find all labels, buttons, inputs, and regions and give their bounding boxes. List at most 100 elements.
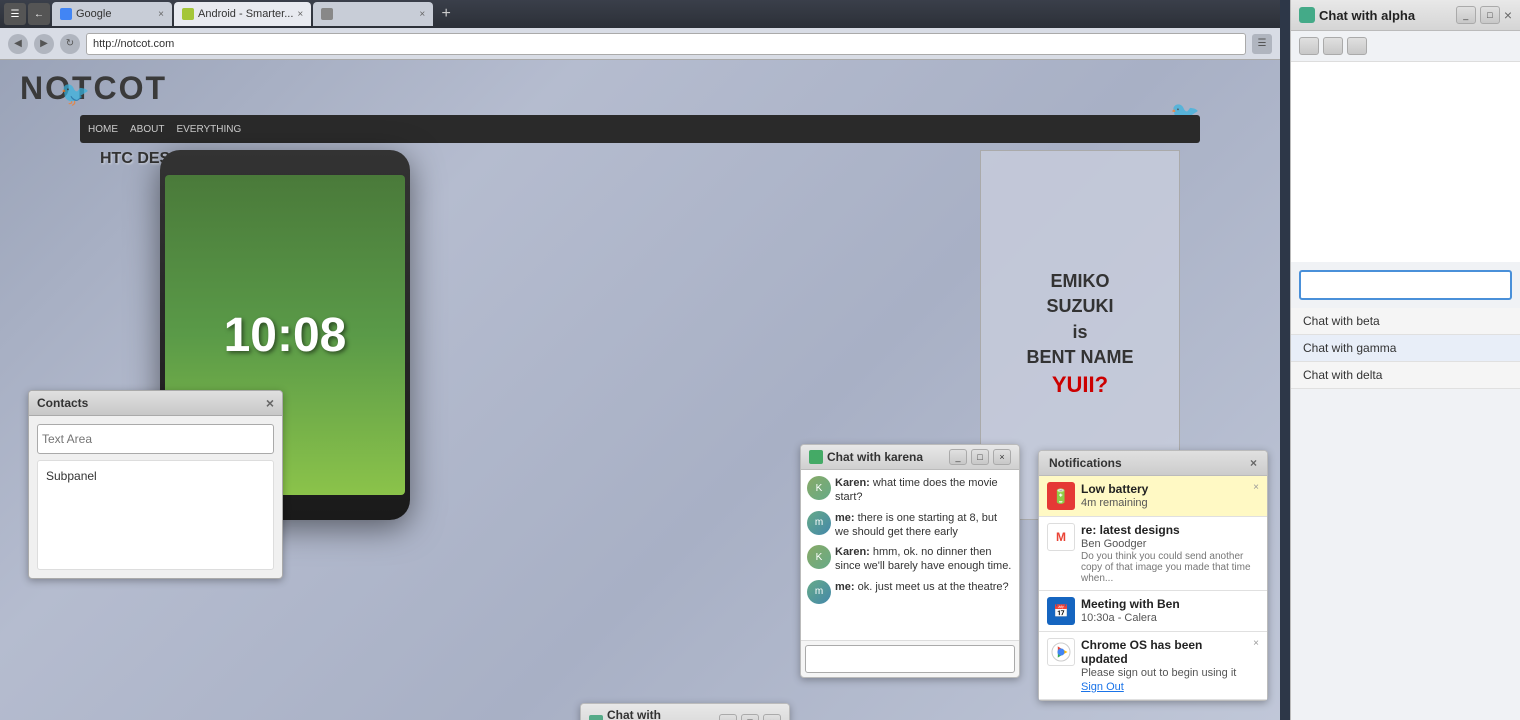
chat-alpha-minimize[interactable]: _ [1456, 6, 1476, 24]
chat-alpha-header: Chat with alpha _ □ × [1291, 0, 1520, 31]
me-avatar-2: m [807, 580, 831, 604]
back-btn[interactable]: ← [28, 3, 50, 25]
chat-alpha-maximize[interactable]: □ [1480, 6, 1500, 24]
alpha-tool-btn-1[interactable] [1299, 37, 1319, 55]
gmail-text: re: latest designs Ben Goodger Do you th… [1081, 523, 1259, 584]
chrome-title: Chrome OS has been updated [1081, 638, 1247, 666]
chat-karena-minimize[interactable]: _ [949, 449, 967, 465]
msg-karen-2-text: Karen: hmm, ok. no dinner then since we'… [835, 545, 1013, 574]
chat-alpha-favicon [1299, 7, 1315, 23]
tab-close-android[interactable]: × [297, 9, 303, 20]
contacts-title: Contacts [37, 396, 88, 410]
subpanel-label: Subpanel [46, 469, 97, 483]
notification-chrome: Chrome OS has been updated Please sign o… [1039, 632, 1267, 700]
tab-label-google: Google [76, 8, 111, 20]
battery-title: Low battery [1081, 482, 1247, 496]
chat-list-item-gamma[interactable]: Chat with gamma [1291, 335, 1520, 362]
msg-me-1-text: me: there is one starting at 8, but we s… [835, 511, 1013, 540]
forward-button[interactable]: ▶ [34, 34, 54, 54]
calendar-text: Meeting with Ben 10:30a - Calera [1081, 597, 1259, 624]
gmail-subtitle: Ben Goodger [1081, 538, 1259, 550]
tab-favicon-google [60, 8, 72, 20]
chrome-icon [1047, 638, 1075, 666]
back-button[interactable]: ◀ [8, 34, 28, 54]
notification-gmail: M re: latest designs Ben Goodger Do you … [1039, 517, 1267, 591]
calendar-icon: 📅 [1047, 597, 1075, 625]
bird-decoration-1: 🐦 [60, 80, 90, 109]
gmail-body: Do you think you could send another copy… [1081, 551, 1259, 584]
chat-alpha-panel: Chat with alpha _ □ × Chat with beta Cha… [1290, 0, 1520, 720]
chat-karena-favicon [809, 450, 823, 464]
chat-gmurphy-title: Chat with gmurphy [607, 708, 715, 720]
sign-out-link[interactable]: Sign Out [1081, 681, 1247, 693]
contacts-subpanel: Subpanel [37, 460, 274, 570]
chat-gmurphy-maximize[interactable]: □ [741, 714, 759, 720]
alpha-tool-btn-2[interactable] [1323, 37, 1343, 55]
tab-favicon-3 [321, 8, 333, 20]
taskbar: ☰ ← Google × Android - Smarter... × × + [0, 0, 1280, 28]
chat-karena-input[interactable] [805, 645, 1015, 673]
chrome-close[interactable]: × [1253, 638, 1259, 649]
battery-text: Low battery 4m remaining [1081, 482, 1247, 509]
msg-me-2-text: me: ok. just meet us at the theatre? [835, 580, 1009, 604]
chat-karena-close[interactable]: × [993, 449, 1011, 465]
nav-bar: HOME ABOUT EVERYTHING [80, 115, 1200, 143]
chat-karena-input-area [801, 640, 1019, 677]
msg-karen-1-text: Karen: what time does the movie start? [835, 476, 1013, 505]
battery-close[interactable]: × [1253, 482, 1259, 493]
notification-battery: 🔋 Low battery 4m remaining × [1039, 476, 1267, 517]
url-input[interactable] [86, 33, 1246, 55]
chat-karena-window: Chat with karena _ □ × K Karen: what tim… [800, 444, 1020, 678]
chat-list-item-delta[interactable]: Chat with delta [1291, 362, 1520, 389]
chat-list: Chat with beta Chat with gamma Chat with… [1291, 308, 1520, 389]
notifications-close[interactable]: × [1250, 456, 1257, 470]
tab-favicon-android [182, 8, 194, 20]
contacts-header: Contacts × [29, 391, 282, 416]
chat-alpha-toolbar [1291, 31, 1520, 62]
chat-gmurphy-header: Chat with gmurphy _ □ × [581, 704, 789, 720]
tab-close-3[interactable]: × [419, 9, 425, 20]
product-title: EMIKOSUZUKIisBENT NAMEYUII? [1027, 269, 1134, 401]
karen-avatar-1: K [807, 476, 831, 500]
contacts-close-button[interactable]: × [266, 395, 274, 411]
calendar-title: Meeting with Ben [1081, 597, 1259, 611]
chat-msg-me-2: m me: ok. just meet us at the theatre? [807, 580, 1013, 604]
phone-time: 10:08 [224, 308, 347, 363]
browser-tab-google[interactable]: Google × [52, 2, 172, 26]
tab-label-android: Android - Smarter... [198, 8, 293, 20]
chat-karena-messages: K Karen: what time does the movie start?… [801, 470, 1019, 640]
chat-alpha-close[interactable]: × [1504, 7, 1512, 23]
nav-item-about: ABOUT [130, 124, 164, 135]
chat-alpha-title: Chat with alpha [1319, 8, 1452, 23]
notification-calendar: 📅 Meeting with Ben 10:30a - Calera [1039, 591, 1267, 632]
chat-list-item-beta[interactable]: Chat with beta [1291, 308, 1520, 335]
chrome-subtitle: Please sign out to begin using it [1081, 667, 1247, 679]
battery-subtitle: 4m remaining [1081, 497, 1247, 509]
alpha-tool-btn-3[interactable] [1347, 37, 1367, 55]
chat-karena-maximize[interactable]: □ [971, 449, 989, 465]
battery-icon: 🔋 [1047, 482, 1075, 510]
chat-alpha-input[interactable] [1299, 270, 1512, 300]
chat-gmurphy-favicon [589, 715, 603, 720]
notifications-title: Notifications [1049, 456, 1122, 470]
chrome-text: Chrome OS has been updated Please sign o… [1081, 638, 1247, 693]
browser-tab-android[interactable]: Android - Smarter... × [174, 2, 311, 26]
site-title: NOTCOT [20, 70, 167, 107]
browser-tab-3[interactable]: × [313, 2, 433, 26]
contacts-search-input[interactable] [37, 424, 274, 454]
karen-avatar-2: K [807, 545, 831, 569]
new-tab-btn[interactable]: + [435, 3, 457, 25]
calendar-subtitle: 10:30a - Calera [1081, 612, 1259, 624]
contacts-panel: Contacts × Subpanel [28, 390, 283, 579]
chat-karena-header: Chat with karena _ □ × [801, 445, 1019, 470]
refresh-button[interactable]: ↻ [60, 34, 80, 54]
app-menu-icon[interactable]: ☰ [4, 3, 26, 25]
gmail-title: re: latest designs [1081, 523, 1259, 537]
chat-gmurphy-minimize[interactable]: _ [719, 714, 737, 720]
chat-gmurphy-close[interactable]: × [763, 714, 781, 720]
chat-msg-karen-2: K Karen: hmm, ok. no dinner then since w… [807, 545, 1013, 574]
chat-gmurphy-window: Chat with gmurphy _ □ × [580, 703, 790, 720]
tab-close-google[interactable]: × [158, 9, 164, 20]
settings-button[interactable]: ☰ [1252, 34, 1272, 54]
chat-msg-me-1: m me: there is one starting at 8, but we… [807, 511, 1013, 540]
